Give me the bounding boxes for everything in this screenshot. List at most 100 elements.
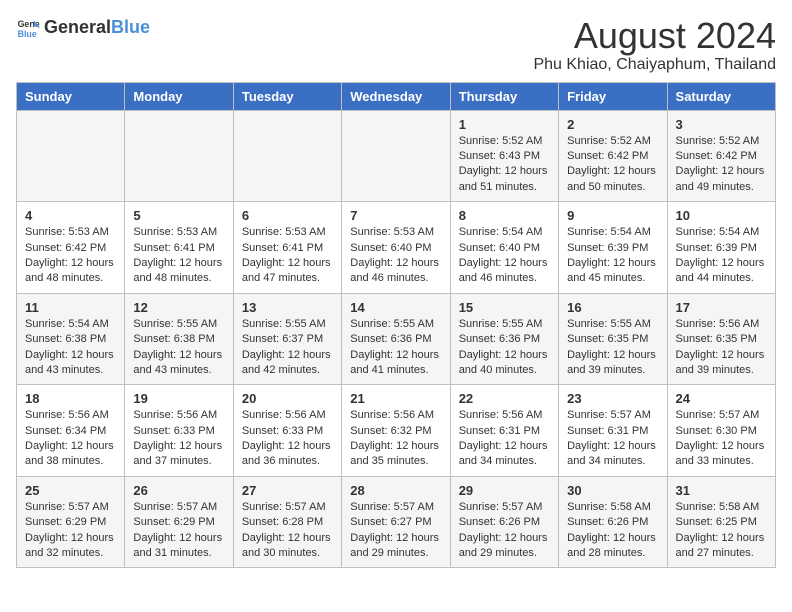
day-cell: 13Sunrise: 5:55 AMSunset: 6:37 PMDayligh… (233, 293, 341, 385)
day-cell: 1Sunrise: 5:52 AMSunset: 6:43 PMDaylight… (450, 110, 558, 202)
day-info: Sunrise: 5:54 AMSunset: 6:39 PMDaylight:… (676, 225, 767, 287)
subtitle: Phu Khiao, Chaiyaphum, Thailand (533, 56, 776, 74)
logo-blue: Blue (111, 17, 150, 37)
day-info: Sunrise: 5:55 AMSunset: 6:35 PMDaylight:… (567, 317, 658, 379)
day-info: Sunrise: 5:53 AMSunset: 6:40 PMDaylight:… (350, 225, 441, 287)
day-number: 18 (25, 391, 116, 406)
calendar-header: Sunday Monday Tuesday Wednesday Thursday… (17, 82, 776, 110)
day-info: Sunrise: 5:57 AMSunset: 6:29 PMDaylight:… (133, 500, 224, 562)
day-cell: 23Sunrise: 5:57 AMSunset: 6:31 PMDayligh… (559, 385, 667, 477)
day-number: 13 (242, 300, 333, 315)
week-row-5: 25 Sunrise: 5:57 AMSunset: 6:29 PMDayligh… (17, 476, 776, 568)
col-monday: Monday (125, 82, 233, 110)
header: General Blue GeneralBlue August 2024 Phu… (16, 16, 776, 74)
day-cell: 10 Sunrise: 5:54 AMSunset: 6:39 PMDayligh… (667, 202, 775, 294)
day-info: Sunrise: 5:53 AMSunset: 6:41 PMDaylight:… (133, 225, 224, 287)
day-cell: 22 Sunrise: 5:56 AMSunset: 6:31 PMDayligh… (450, 385, 558, 477)
day-number: 21 (350, 391, 441, 406)
day-info: Sunrise: 5:58 AMSunset: 6:26 PMDaylight:… (567, 500, 658, 562)
day-info: Sunrise: 5:56 AMSunset: 6:33 PMDaylight:… (242, 408, 333, 470)
day-number: 15 (459, 300, 550, 315)
day-cell: 9 Sunrise: 5:54 AMSunset: 6:39 PMDaylight… (559, 202, 667, 294)
day-cell: 2 Sunrise: 5:52 AMSunset: 6:42 PMDaylight… (559, 110, 667, 202)
main-title: August 2024 (533, 16, 776, 56)
day-info: Sunrise: 5:52 AMSunset: 6:43 PMDaylight:… (459, 134, 550, 196)
day-cell: 5Sunrise: 5:53 AMSunset: 6:41 PMDaylight… (125, 202, 233, 294)
day-info: Sunrise: 5:52 AMSunset: 6:42 PMDaylight:… (567, 134, 658, 196)
day-number: 8 (459, 208, 550, 223)
day-number: 29 (459, 483, 550, 498)
day-number: 10 (676, 208, 767, 223)
day-cell: 24Sunrise: 5:57 AMSunset: 6:30 PMDayligh… (667, 385, 775, 477)
day-cell: 3Sunrise: 5:52 AMSunset: 6:42 PMDaylight… (667, 110, 775, 202)
day-info: Sunrise: 5:55 AMSunset: 6:36 PMDaylight:… (350, 317, 441, 379)
col-thursday: Thursday (450, 82, 558, 110)
day-info: Sunrise: 5:55 AMSunset: 6:36 PMDaylight:… (459, 317, 550, 379)
col-tuesday: Tuesday (233, 82, 341, 110)
day-info: Sunrise: 5:56 AMSunset: 6:34 PMDaylight:… (25, 408, 116, 470)
day-cell: 15 Sunrise: 5:55 AMSunset: 6:36 PMDayligh… (450, 293, 558, 385)
day-cell (17, 110, 125, 202)
day-number: 25 (25, 483, 116, 498)
day-info: Sunrise: 5:57 AMSunset: 6:26 PMDaylight:… (459, 500, 550, 562)
day-cell: 21 Sunrise: 5:56 AMSunset: 6:32 PMDayligh… (342, 385, 450, 477)
day-cell: 19Sunrise: 5:56 AMSunset: 6:33 PMDayligh… (125, 385, 233, 477)
col-friday: Friday (559, 82, 667, 110)
day-cell: 26 Sunrise: 5:57 AMSunset: 6:29 PMDayligh… (125, 476, 233, 568)
day-number: 2 (567, 117, 658, 132)
day-cell (233, 110, 341, 202)
day-info: Sunrise: 5:54 AMSunset: 6:38 PMDaylight:… (25, 317, 116, 379)
week-row-4: 18 Sunrise: 5:56 AMSunset: 6:34 PMDayligh… (17, 385, 776, 477)
day-cell: 16 Sunrise: 5:55 AMSunset: 6:35 PMDayligh… (559, 293, 667, 385)
day-info: Sunrise: 5:55 AMSunset: 6:38 PMDaylight:… (133, 317, 224, 379)
day-cell: 18 Sunrise: 5:56 AMSunset: 6:34 PMDayligh… (17, 385, 125, 477)
week-row-2: 4Sunrise: 5:53 AMSunset: 6:42 PMDaylight… (17, 202, 776, 294)
calendar-table: Sunday Monday Tuesday Wednesday Thursday… (16, 82, 776, 569)
day-info: Sunrise: 5:57 AMSunset: 6:28 PMDaylight:… (242, 500, 333, 562)
day-cell: 7Sunrise: 5:53 AMSunset: 6:40 PMDaylight… (342, 202, 450, 294)
day-info: Sunrise: 5:57 AMSunset: 6:29 PMDaylight:… (25, 500, 116, 562)
svg-text:Blue: Blue (18, 29, 37, 39)
day-number: 30 (567, 483, 658, 498)
day-number: 26 (133, 483, 224, 498)
day-cell (342, 110, 450, 202)
day-cell: 8 Sunrise: 5:54 AMSunset: 6:40 PMDaylight… (450, 202, 558, 294)
day-cell (125, 110, 233, 202)
logo-icon: General Blue (16, 16, 40, 40)
day-info: Sunrise: 5:57 AMSunset: 6:30 PMDaylight:… (676, 408, 767, 470)
day-number: 16 (567, 300, 658, 315)
day-cell: 12Sunrise: 5:55 AMSunset: 6:38 PMDayligh… (125, 293, 233, 385)
day-number: 9 (567, 208, 658, 223)
day-cell: 6Sunrise: 5:53 AMSunset: 6:41 PMDaylight… (233, 202, 341, 294)
day-number: 20 (242, 391, 333, 406)
day-cell: 31Sunrise: 5:58 AMSunset: 6:25 PMDayligh… (667, 476, 775, 568)
day-info: Sunrise: 5:56 AMSunset: 6:31 PMDaylight:… (459, 408, 550, 470)
logo-text: GeneralBlue (44, 18, 150, 38)
col-wednesday: Wednesday (342, 82, 450, 110)
day-number: 3 (676, 117, 767, 132)
day-number: 19 (133, 391, 224, 406)
day-info: Sunrise: 5:56 AMSunset: 6:32 PMDaylight:… (350, 408, 441, 470)
day-number: 28 (350, 483, 441, 498)
day-cell: 20 Sunrise: 5:56 AMSunset: 6:33 PMDayligh… (233, 385, 341, 477)
day-info: Sunrise: 5:54 AMSunset: 6:39 PMDaylight:… (567, 225, 658, 287)
week-row-1: 1Sunrise: 5:52 AMSunset: 6:43 PMDaylight… (17, 110, 776, 202)
logo: General Blue GeneralBlue (16, 16, 150, 40)
day-cell: 29 Sunrise: 5:57 AMSunset: 6:26 PMDayligh… (450, 476, 558, 568)
logo-general: General (44, 17, 111, 37)
day-number: 11 (25, 300, 116, 315)
day-info: Sunrise: 5:53 AMSunset: 6:41 PMDaylight:… (242, 225, 333, 287)
header-row: Sunday Monday Tuesday Wednesday Thursday… (17, 82, 776, 110)
day-cell: 14 Sunrise: 5:55 AMSunset: 6:36 PMDayligh… (342, 293, 450, 385)
day-number: 27 (242, 483, 333, 498)
day-number: 14 (350, 300, 441, 315)
day-cell: 28Sunrise: 5:57 AMSunset: 6:27 PMDayligh… (342, 476, 450, 568)
col-sunday: Sunday (17, 82, 125, 110)
title-area: August 2024 Phu Khiao, Chaiyaphum, Thail… (533, 16, 776, 74)
day-info: Sunrise: 5:56 AMSunset: 6:35 PMDaylight:… (676, 317, 767, 379)
calendar-body: 1Sunrise: 5:52 AMSunset: 6:43 PMDaylight… (17, 110, 776, 568)
day-cell: 25 Sunrise: 5:57 AMSunset: 6:29 PMDayligh… (17, 476, 125, 568)
day-number: 22 (459, 391, 550, 406)
day-number: 17 (676, 300, 767, 315)
day-info: Sunrise: 5:54 AMSunset: 6:40 PMDaylight:… (459, 225, 550, 287)
